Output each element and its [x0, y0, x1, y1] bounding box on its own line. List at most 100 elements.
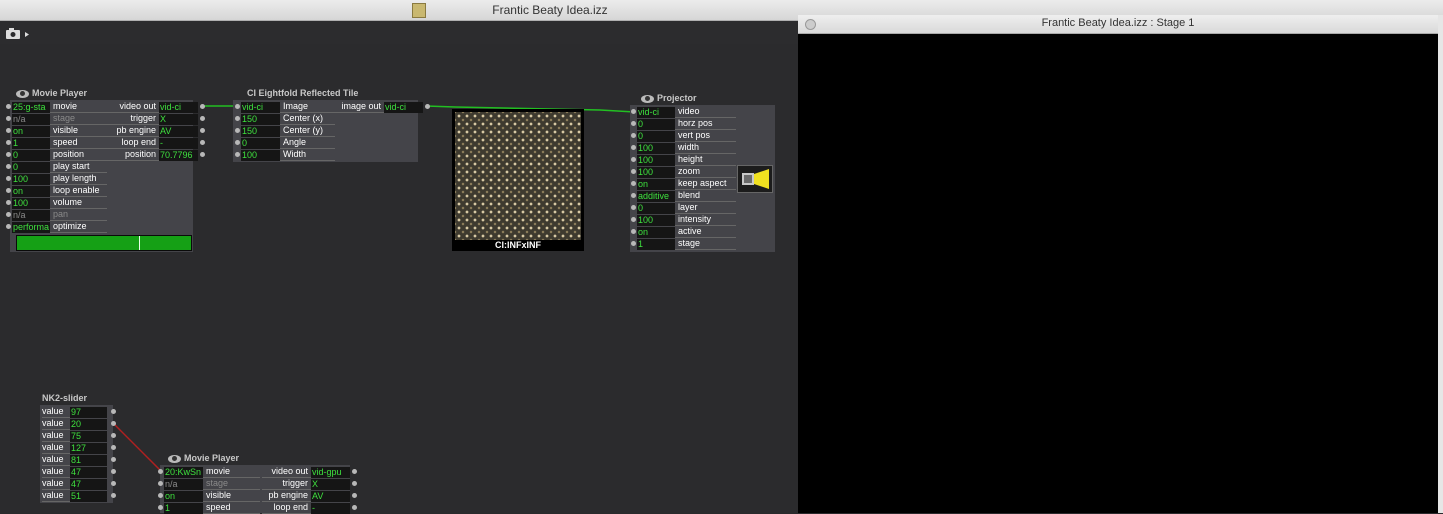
input-port[interactable]	[158, 505, 163, 510]
movie-player-2-input-row[interactable]: on visible	[158, 490, 260, 502]
movie-player-2-input-value[interactable]: on	[164, 490, 203, 502]
movie-player-1-input-value[interactable]: 100	[12, 173, 50, 185]
projector-input-row[interactable]: 1 stage	[631, 238, 736, 250]
movie-player-2-input-row[interactable]: 20:KwSn movie	[158, 466, 260, 478]
projector-input-row[interactable]: 100 zoom	[631, 166, 736, 178]
nk2-slider-row[interactable]: value 47	[42, 478, 116, 490]
ci-tile-input-value[interactable]: 100	[241, 149, 280, 161]
input-port[interactable]	[631, 169, 636, 174]
movie-player-1-input-row[interactable]: on visible	[6, 125, 107, 137]
output-port[interactable]	[200, 128, 205, 133]
projector-title[interactable]: Projector	[641, 93, 697, 103]
input-port[interactable]	[631, 121, 636, 126]
eye-icon[interactable]	[168, 454, 181, 463]
input-port[interactable]	[158, 493, 163, 498]
output-port[interactable]	[352, 505, 357, 510]
ci-tile-input-row[interactable]: 150 Center (x)	[235, 113, 335, 125]
movie-player-1-input-row[interactable]: performa optimize	[6, 221, 107, 233]
output-port[interactable]	[111, 493, 116, 498]
ci-tile-input-row[interactable]: vid-ci Image	[235, 101, 335, 113]
input-port[interactable]	[6, 212, 11, 217]
output-port[interactable]	[111, 409, 116, 414]
movie-player-1-output-row[interactable]: loop end -	[106, 137, 205, 149]
ci-tile-input-value[interactable]: 150	[241, 125, 280, 137]
nk2-slider-title[interactable]: NK2-slider	[42, 393, 87, 403]
input-port[interactable]	[158, 481, 163, 486]
movie-player-1-input-value[interactable]: n/a	[12, 209, 50, 221]
output-port[interactable]	[111, 421, 116, 426]
projector-input-row[interactable]: 100 width	[631, 142, 736, 154]
input-port[interactable]	[6, 176, 11, 181]
movie-player-2-input-row[interactable]: 1 speed	[158, 502, 260, 514]
movie-player-1-input-value[interactable]: on	[12, 185, 50, 197]
projector-input-row[interactable]: 100 intensity	[631, 214, 736, 226]
ci-tile-input-row[interactable]: 150 Center (y)	[235, 125, 335, 137]
output-port[interactable]	[352, 481, 357, 486]
projector-input-value[interactable]: 100	[637, 166, 675, 178]
input-port[interactable]	[6, 152, 11, 157]
input-port[interactable]	[631, 217, 636, 222]
input-port[interactable]	[6, 140, 11, 145]
movie-player-1-input-row[interactable]: n/a stage	[6, 113, 107, 125]
projector-input-value[interactable]: 100	[637, 154, 675, 166]
input-port[interactable]	[6, 128, 11, 133]
input-port[interactable]	[235, 104, 240, 109]
ci-tile-title[interactable]: CI Eightfold Reflected Tile	[247, 88, 358, 98]
output-port[interactable]	[200, 116, 205, 121]
movie-player-1-input-row[interactable]: on loop enable	[6, 185, 107, 197]
movie-player-2-input-row[interactable]: n/a stage	[158, 478, 260, 490]
movie-player-1-output-row[interactable]: trigger X	[106, 113, 205, 125]
movie-player-1-input-row[interactable]: 0 position	[6, 149, 107, 161]
projector-input-row[interactable]: 0 layer	[631, 202, 736, 214]
output-port[interactable]	[111, 445, 116, 450]
movie-player-1-output-row[interactable]: pb engine AV	[106, 125, 205, 137]
input-port[interactable]	[631, 133, 636, 138]
movie-player-1-input-value[interactable]: 0	[12, 149, 50, 161]
input-port[interactable]	[631, 157, 636, 162]
input-port[interactable]	[235, 140, 240, 145]
projector-input-value[interactable]: 1	[637, 238, 675, 250]
ci-tile-input-value[interactable]: 0	[241, 137, 280, 149]
projector-input-row[interactable]: additive blend	[631, 190, 736, 202]
projector-input-row[interactable]: 0 vert pos	[631, 130, 736, 142]
movie-player-1-input-value[interactable]: performa	[12, 221, 50, 233]
projector-input-row[interactable]: on keep aspect	[631, 178, 736, 190]
output-port[interactable]	[111, 469, 116, 474]
movie-player-2-output-row[interactable]: loop end -	[262, 502, 357, 514]
output-port[interactable]	[111, 433, 116, 438]
eye-icon[interactable]	[16, 89, 29, 98]
movie-player-1-title[interactable]: Movie Player	[16, 88, 87, 98]
projector-input-value[interactable]: 100	[637, 142, 675, 154]
ci-tile-input-row[interactable]: 100 Width	[235, 149, 335, 161]
movie-player-1-input-value[interactable]: n/a	[12, 113, 50, 125]
input-port[interactable]	[631, 241, 636, 246]
movie-player-1-input-row[interactable]: 100 play length	[6, 173, 107, 185]
movie-player-1-input-row[interactable]: 1 speed	[6, 137, 107, 149]
nk2-slider-row[interactable]: value 127	[42, 442, 116, 454]
projector-input-value[interactable]: 0	[637, 130, 675, 142]
input-port[interactable]	[6, 164, 11, 169]
movie-player-2-output-row[interactable]: video out vid-gpu	[262, 466, 357, 478]
nk2-slider-row[interactable]: value 20	[42, 418, 116, 430]
stage-titlebar[interactable]: Frantic Beaty Idea.izz : Stage 1	[798, 15, 1438, 34]
projector-input-value[interactable]: additive	[637, 190, 675, 202]
movie-player-2-input-value[interactable]: 1	[164, 502, 203, 514]
input-port[interactable]	[6, 200, 11, 205]
input-port[interactable]	[235, 116, 240, 121]
output-port[interactable]	[200, 104, 205, 109]
ci-tile-input-value[interactable]: vid-ci	[241, 101, 280, 113]
movie-player-1-input-row[interactable]: 0 play start	[6, 161, 107, 173]
input-port[interactable]	[6, 188, 11, 193]
output-port[interactable]	[352, 493, 357, 498]
output-port[interactable]	[111, 457, 116, 462]
input-port[interactable]	[235, 152, 240, 157]
projector-input-row[interactable]: 100 height	[631, 154, 736, 166]
movie-player-1-input-row[interactable]: 100 volume	[6, 197, 107, 209]
input-port[interactable]	[6, 224, 11, 229]
movie-player-2-input-value[interactable]: n/a	[164, 478, 203, 490]
ci-tile-output-row[interactable]: image out vid-ci	[332, 101, 430, 113]
ci-tile-input-value[interactable]: 150	[241, 113, 280, 125]
nk2-slider-row[interactable]: value 81	[42, 454, 116, 466]
movie-player-1-input-value[interactable]: 100	[12, 197, 50, 209]
input-port[interactable]	[158, 469, 163, 474]
